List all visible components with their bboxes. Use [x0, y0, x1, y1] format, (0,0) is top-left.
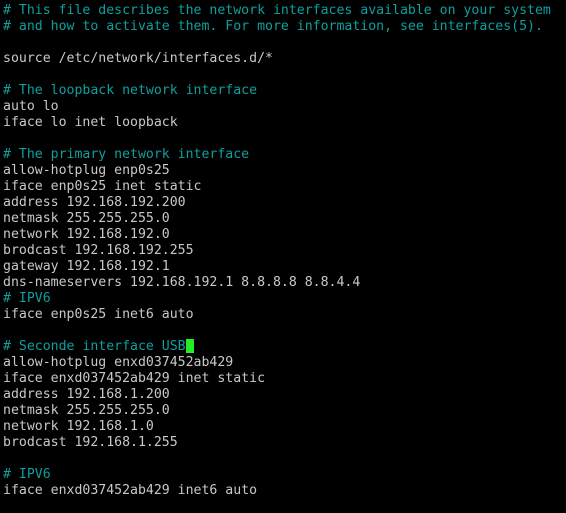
terminal-line: # IPV6	[3, 291, 566, 307]
terminal-line: address 192.168.1.200	[3, 387, 566, 403]
terminal-line: iface enp0s25 inet6 auto	[3, 307, 566, 323]
terminal-line-text: address 192.168.1.200	[3, 387, 170, 402]
terminal-line: iface enxd037452ab429 inet6 auto	[3, 483, 566, 499]
text-cursor	[185, 339, 194, 353]
terminal-line: # Seconde interface USB	[3, 339, 566, 355]
terminal-line-text: address 192.168.192.200	[3, 195, 186, 210]
terminal-line-text: # This file describes the network interf…	[3, 3, 551, 18]
terminal-line: allow-hotplug enxd037452ab429	[3, 355, 566, 371]
terminal-line-text: netmask 255.255.255.0	[3, 211, 170, 226]
terminal-line: netmask 255.255.255.0	[3, 211, 566, 227]
terminal-line-text: # Seconde interface USB	[3, 339, 186, 354]
terminal-line: # The loopback network interface	[3, 83, 566, 99]
terminal-line: netmask 255.255.255.0	[3, 403, 566, 419]
terminal-line: address 192.168.192.200	[3, 195, 566, 211]
terminal-line: auto lo	[3, 99, 566, 115]
terminal-line: # IPV6	[3, 467, 566, 483]
terminal-line-text: iface enp0s25 inet static	[3, 179, 202, 194]
terminal-line: network 192.168.192.0	[3, 227, 566, 243]
terminal-line: source /etc/network/interfaces.d/*	[3, 51, 566, 67]
terminal-line: gateway 192.168.192.1	[3, 259, 566, 275]
terminal-line: iface enxd037452ab429 inet static	[3, 371, 566, 387]
terminal-line: allow-hotplug enp0s25	[3, 163, 566, 179]
terminal-line-text: gateway 192.168.192.1	[3, 259, 170, 274]
terminal-line-text: allow-hotplug enxd037452ab429	[3, 355, 234, 370]
terminal-line-text: # The primary network interface	[3, 147, 250, 162]
terminal-line-text: netmask 255.255.255.0	[3, 403, 170, 418]
terminal-line-text: # The loopback network interface	[3, 83, 258, 98]
terminal-line-text: network 192.168.1.0	[3, 419, 154, 434]
terminal-line-text: # IPV6	[3, 291, 51, 306]
terminal-line: dns-nameservers 192.168.192.1 8.8.8.8 8.…	[3, 275, 566, 291]
terminal-line: iface lo inet loopback	[3, 115, 566, 131]
terminal-line-text: dns-nameservers 192.168.192.1 8.8.8.8 8.…	[3, 275, 361, 290]
terminal-line-text: # IPV6	[3, 467, 51, 482]
terminal-line: network 192.168.1.0	[3, 419, 566, 435]
terminal-line-text: iface enxd037452ab429 inet static	[3, 371, 266, 386]
terminal-line-text: auto lo	[3, 99, 59, 114]
terminal-line: brodcast 192.168.192.255	[3, 243, 566, 259]
terminal-line: # This file describes the network interf…	[3, 3, 566, 19]
terminal-text-area[interactable]: # This file describes the network interf…	[0, 0, 566, 513]
terminal-line: brodcast 192.168.1.255	[3, 435, 566, 451]
terminal-line: # The primary network interface	[3, 147, 566, 163]
terminal-line-text: brodcast 192.168.1.255	[3, 435, 178, 450]
terminal-line-text: network 192.168.192.0	[3, 227, 170, 242]
terminal-line-text: brodcast 192.168.192.255	[3, 243, 194, 258]
terminal-line-text: # and how to activate them. For more inf…	[3, 19, 543, 34]
terminal-line-text: source /etc/network/interfaces.d/*	[3, 51, 273, 66]
terminal-line-text: iface enp0s25 inet6 auto	[3, 307, 194, 322]
terminal-line: # and how to activate them. For more inf…	[3, 19, 566, 35]
terminal-line-text: iface enxd037452ab429 inet6 auto	[3, 483, 258, 498]
terminal-line-text: iface lo inet loopback	[3, 115, 178, 130]
terminal-line: iface enp0s25 inet static	[3, 179, 566, 195]
terminal-line-text: allow-hotplug enp0s25	[3, 163, 170, 178]
